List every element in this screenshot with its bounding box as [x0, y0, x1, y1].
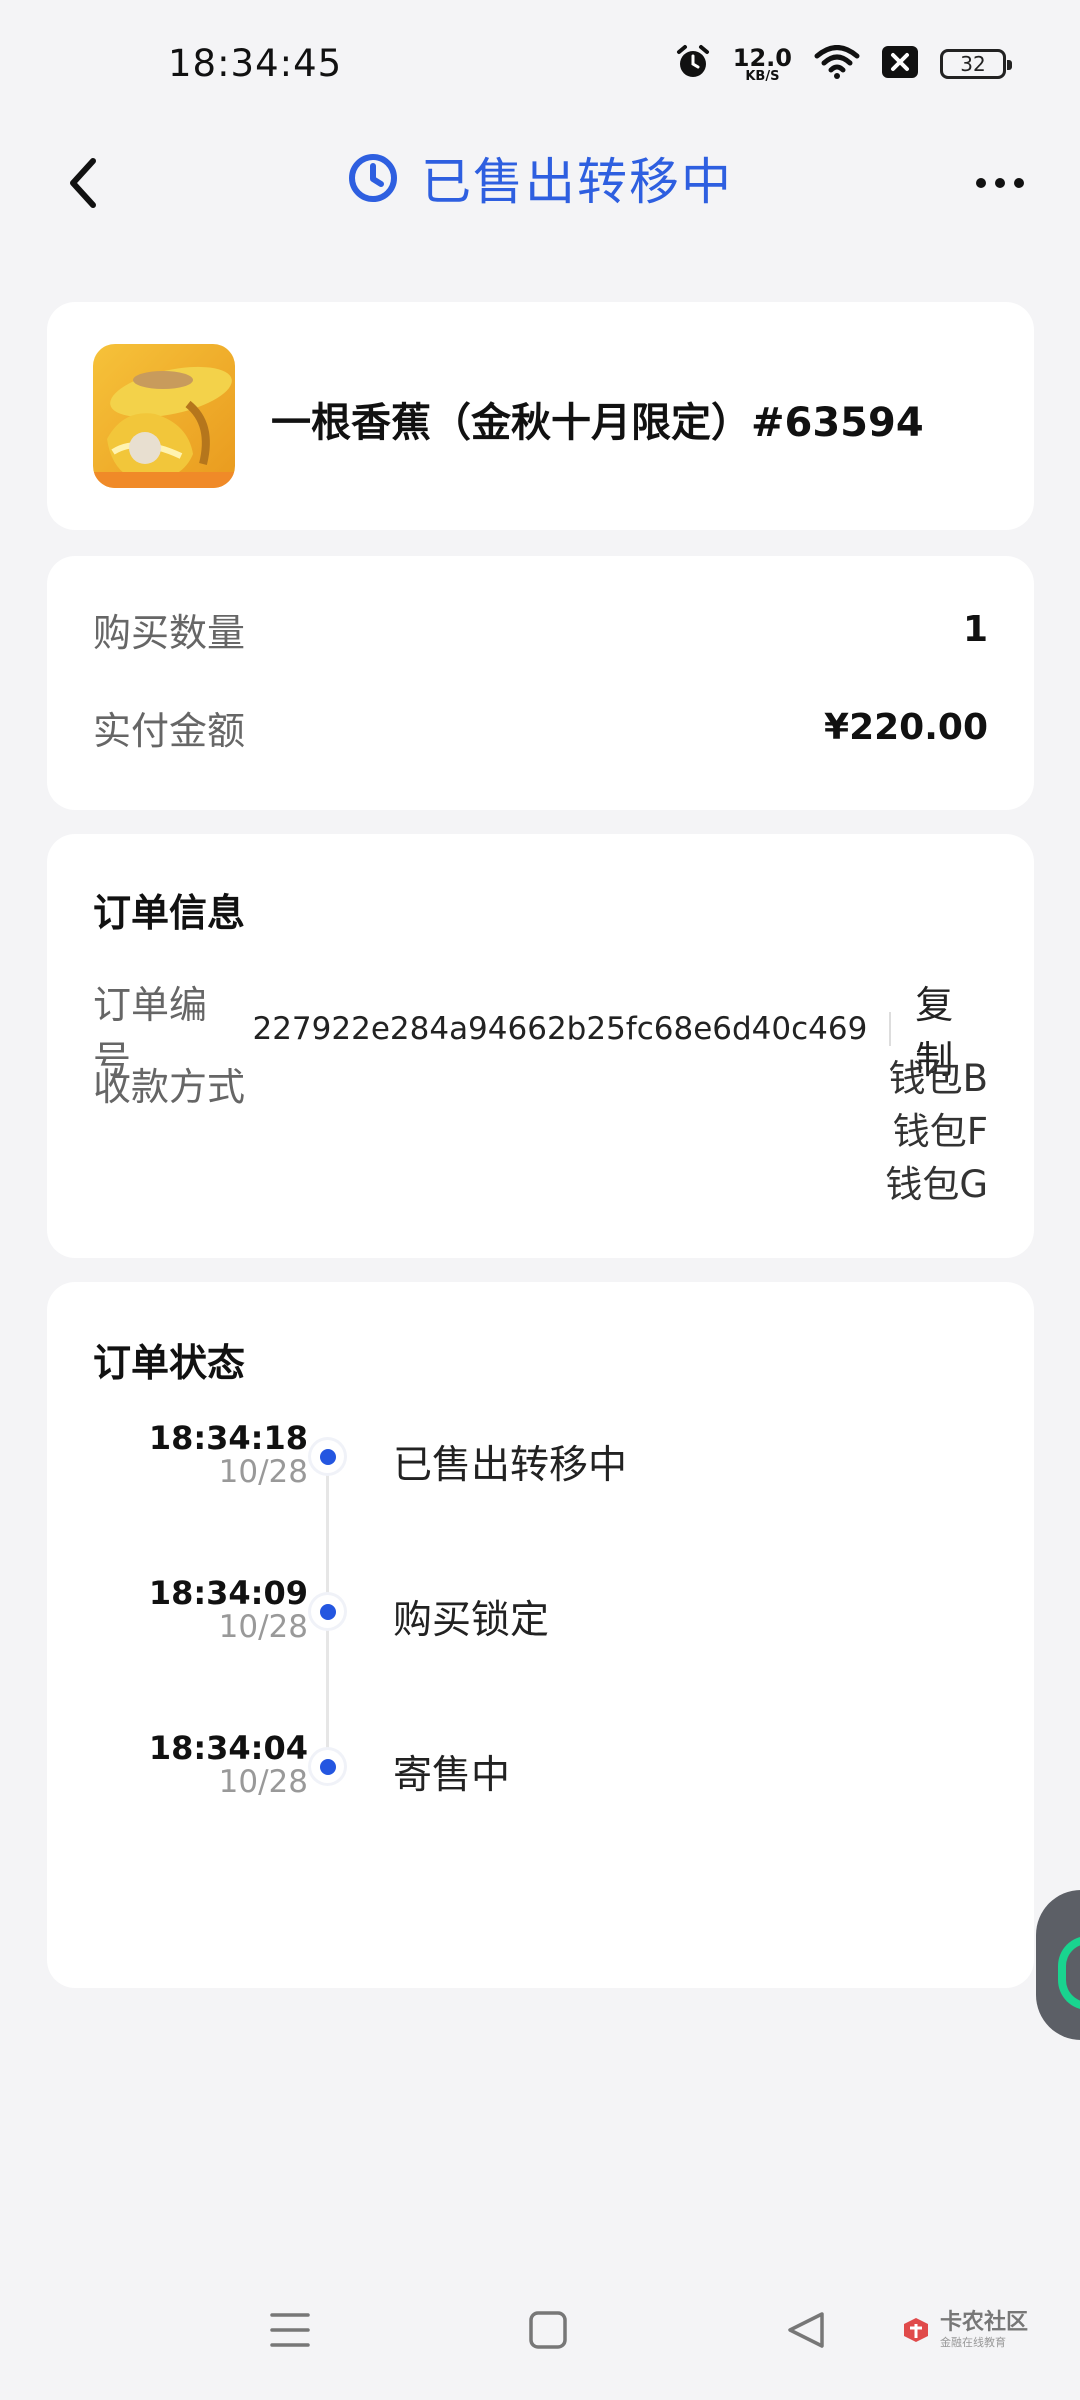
order-info-card: 订单信息 订单编号 227922e284a94662b25fc68e6d40c4…	[47, 834, 1034, 1258]
wallet-item: 钱包B	[888, 1057, 988, 1100]
wallet-item: 钱包G	[885, 1163, 988, 1206]
status-icons: 12.0 KB/S 32	[675, 44, 1012, 84]
product-thumbnail	[93, 344, 235, 488]
more-button[interactable]	[960, 148, 1040, 218]
notification-x-icon	[882, 46, 918, 82]
timeline-dot	[311, 1750, 344, 1783]
timeline-time: 18:34:09	[148, 1574, 308, 1612]
net-speed: 12.0 KB/S	[733, 46, 792, 83]
divider	[889, 1012, 892, 1046]
watermark-logo-icon	[904, 2318, 928, 2342]
timeline-dot	[311, 1440, 344, 1473]
net-speed-unit: KB/S	[745, 68, 780, 84]
nav-menu-button[interactable]	[260, 2300, 320, 2360]
nav-back-button[interactable]	[776, 2300, 836, 2360]
header-title-group: 已售出转移中	[0, 142, 1080, 214]
watermark-title: 卡农社区	[940, 2310, 1029, 2335]
product-card[interactable]: 一根香蕉（金秋十月限定）#63594	[47, 302, 1034, 530]
clock-icon	[349, 154, 397, 202]
payment-label: 收款方式	[93, 1065, 246, 1109]
timeline-time: 18:34:18	[148, 1419, 308, 1457]
timeline-date: 10/28	[218, 1453, 308, 1490]
wallet-item: 钱包F	[892, 1110, 988, 1153]
page-title: 已售出转移中	[421, 153, 733, 211]
paid-row: 实付金额 ¥220.00	[93, 700, 988, 755]
alarm-icon	[675, 44, 711, 84]
home-square-icon	[529, 2311, 567, 2349]
order-no-value: 227922e284a94662b25fc68e6d40c469	[252, 1011, 868, 1047]
watermark-subtitle: 金融在线教育	[940, 2336, 1006, 2349]
header: 已售出转移中	[0, 130, 1080, 240]
timeline-label: 购买锁定	[393, 1598, 550, 1643]
order-info-title: 订单信息	[93, 891, 246, 935]
wallet-list: 钱包B 钱包F 钱包G	[885, 1052, 988, 1211]
menu-lines-icon	[270, 2313, 310, 2347]
timeline-label: 已售出转移中	[393, 1443, 628, 1488]
timeline-item: 18:34:18 10/28 已售出转移中	[47, 1419, 1034, 1522]
timeline-label: 寄售中	[393, 1753, 511, 1798]
amount-card: 购买数量 1 实付金额 ¥220.00	[47, 556, 1034, 810]
timeline-time: 18:34:04	[148, 1729, 308, 1767]
paid-value: ¥220.00	[824, 707, 988, 748]
payment-row: 收款方式 钱包B 钱包F 钱包G	[93, 1056, 988, 1211]
status-bar: 18:34:45 12.0 KB/S 32	[0, 0, 1080, 130]
timeline-dot	[311, 1595, 344, 1628]
wifi-icon	[814, 45, 860, 83]
battery-icon: 32	[940, 49, 1012, 79]
order-status-title: 订单状态	[93, 1341, 246, 1385]
timeline-timestamp: 18:34:18 10/28	[133, 1419, 308, 1490]
back-triangle-icon	[788, 2312, 824, 2348]
timeline-item: 18:34:04 10/28 寄售中	[47, 1729, 1034, 1832]
timeline-date: 10/28	[218, 1763, 308, 1800]
system-nav-bar: 卡农社区 金融在线教育	[0, 2270, 1080, 2400]
timeline-item: 18:34:09 10/28 购买锁定	[47, 1574, 1034, 1677]
product-name: 一根香蕉（金秋十月限定）#63594	[271, 400, 924, 446]
more-dots-icon	[976, 178, 1024, 188]
timeline-timestamp: 18:34:09 10/28	[133, 1574, 308, 1645]
watermark-text: 卡农社区 金融在线教育	[940, 2310, 1029, 2349]
paid-label: 实付金额	[93, 709, 246, 753]
quantity-row: 购买数量 1	[93, 602, 988, 657]
order-status-card: 订单状态 18:34:18 10/28 已售出转移中 18:34:09 10/2…	[47, 1282, 1034, 1988]
timeline-timestamp: 18:34:04 10/28	[133, 1729, 308, 1800]
net-speed-value: 12.0	[732, 43, 792, 72]
nav-home-button[interactable]	[518, 2300, 578, 2360]
watermark: 卡农社区 金融在线教育	[900, 2312, 1028, 2348]
quantity-label: 购买数量	[93, 611, 246, 655]
battery-level: 32	[960, 52, 986, 76]
quantity-value: 1	[962, 609, 988, 650]
status-time: 18:34:45	[168, 42, 343, 85]
floating-assistant-button[interactable]	[1036, 1890, 1080, 2040]
timeline-date: 10/28	[218, 1608, 308, 1645]
